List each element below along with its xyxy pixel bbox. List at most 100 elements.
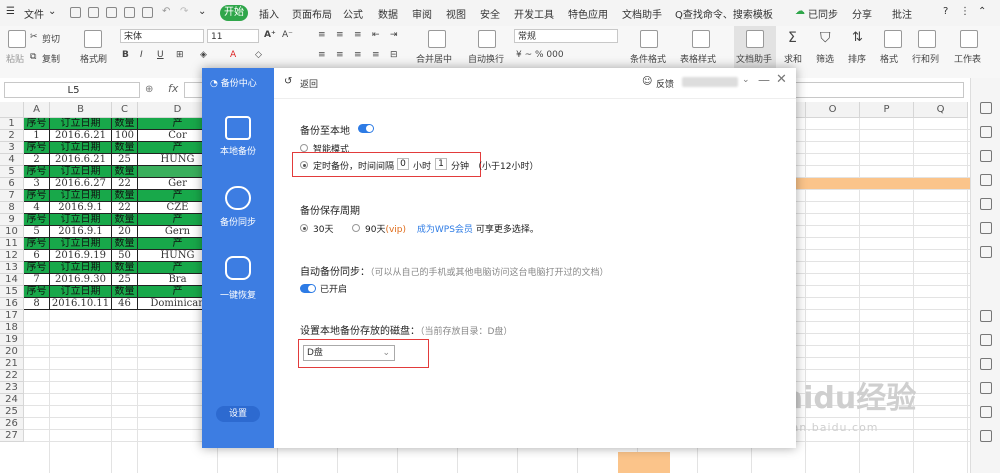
clear-icon[interactable]: ◇: [255, 50, 262, 60]
align-right-icon[interactable]: ≡: [354, 50, 362, 60]
feedback-button[interactable]: 反馈: [656, 77, 674, 90]
data-cell[interactable]: 46: [112, 298, 138, 310]
sidebar-item-backup-sync[interactable]: 备份同步: [202, 215, 274, 228]
minimize-icon[interactable]: —: [758, 73, 770, 87]
row-header-1[interactable]: 1: [0, 118, 24, 130]
italic-icon[interactable]: I: [140, 50, 143, 60]
header-cell[interactable]: 序号: [24, 238, 50, 250]
data-cell[interactable]: 22: [112, 202, 138, 214]
row-header-6[interactable]: 6: [0, 178, 24, 190]
data-cell[interactable]: 100: [112, 130, 138, 142]
tools-icon[interactable]: [980, 382, 992, 394]
header-cell[interactable]: 序号: [24, 166, 50, 178]
feedback-icon[interactable]: ☺: [642, 76, 652, 87]
tab-start[interactable]: 开始: [220, 5, 248, 21]
style-icon[interactable]: [980, 150, 992, 162]
row-header-17[interactable]: 17: [0, 310, 24, 322]
row-col-icon[interactable]: [918, 30, 936, 48]
wrap-text-icon[interactable]: [478, 30, 496, 48]
data-cell[interactable]: 2016.6.21: [50, 130, 112, 142]
retention-30-radio[interactable]: [300, 224, 308, 232]
hand-touch-icon[interactable]: [225, 256, 251, 280]
row-header-23[interactable]: 23: [0, 382, 24, 394]
row-header-24[interactable]: 24: [0, 394, 24, 406]
header-cell[interactable]: 序号: [24, 118, 50, 130]
sum-button[interactable]: 求和: [784, 52, 802, 65]
select-icon[interactable]: [980, 102, 992, 114]
image-icon[interactable]: [980, 334, 992, 346]
font-color-icon[interactable]: A: [230, 50, 236, 60]
header-cell[interactable]: 数量: [112, 190, 138, 202]
distribute-icon[interactable]: ⊟: [390, 50, 398, 60]
data-cell[interactable]: 2016.9.1: [50, 202, 112, 214]
row-header-27[interactable]: 27: [0, 430, 24, 442]
row-header-9[interactable]: 9: [0, 214, 24, 226]
row-header-12[interactable]: 12: [0, 250, 24, 262]
row-header-20[interactable]: 20: [0, 346, 24, 358]
row-header-2[interactable]: 2: [0, 130, 24, 142]
share-button[interactable]: 分享: [852, 6, 872, 21]
sort-button[interactable]: 排序: [848, 52, 866, 65]
cond-format-icon[interactable]: [640, 30, 658, 48]
disk-select[interactable]: D盘 ⌄: [303, 345, 395, 361]
paste-button[interactable]: 粘贴: [6, 52, 24, 65]
header-cell[interactable]: 序号: [24, 214, 50, 226]
row-header-8[interactable]: 8: [0, 202, 24, 214]
tab-doc-assistant[interactable]: 文档助手: [622, 6, 662, 21]
chart-icon[interactable]: [980, 222, 992, 234]
sort-icon[interactable]: ⇅: [852, 30, 863, 45]
become-member-link[interactable]: 成为WPS会员: [417, 225, 473, 235]
name-box[interactable]: L5: [4, 82, 140, 98]
align-center-icon[interactable]: ≡: [336, 50, 344, 60]
font-name-select[interactable]: 宋体: [120, 29, 204, 43]
number-format-select[interactable]: 常规: [514, 29, 618, 43]
header-cell[interactable]: 订立日期: [50, 238, 112, 250]
header-cell[interactable]: 数量: [112, 238, 138, 250]
row-header-5[interactable]: 5: [0, 166, 24, 178]
table-style-button[interactable]: 表格样式: [680, 52, 716, 65]
tab-page-layout[interactable]: 页面布局: [292, 6, 332, 21]
sidebar-item-restore[interactable]: 一键恢复: [202, 288, 274, 301]
column-header-p[interactable]: P: [860, 102, 914, 118]
hours-input[interactable]: 0: [397, 158, 409, 170]
column-header-q[interactable]: Q: [914, 102, 968, 118]
header-cell[interactable]: 订立日期: [50, 118, 112, 130]
font-size-select[interactable]: 11: [207, 29, 259, 43]
tab-features[interactable]: 特色应用: [568, 6, 608, 21]
format-painter-button[interactable]: 格式刷: [80, 52, 107, 65]
row-col-button[interactable]: 行和列: [912, 52, 939, 65]
align-top-icon[interactable]: ≡: [318, 30, 326, 40]
data-cell[interactable]: 25: [112, 274, 138, 286]
data-cell[interactable]: 8: [24, 298, 50, 310]
backup-icon[interactable]: [980, 198, 992, 210]
sync-status[interactable]: 已同步: [808, 6, 838, 21]
data-cell[interactable]: 50: [112, 250, 138, 262]
save-icon[interactable]: [88, 7, 99, 18]
format-icon[interactable]: [884, 30, 902, 48]
paste-icon[interactable]: [8, 30, 26, 48]
new-file-icon[interactable]: [70, 7, 81, 18]
print-icon[interactable]: [124, 7, 135, 18]
collapse-icon[interactable]: ⌃: [978, 6, 986, 17]
data-cell[interactable]: 7: [24, 274, 50, 286]
border-icon[interactable]: ⊞: [176, 50, 184, 60]
tab-security[interactable]: 安全: [480, 6, 500, 21]
format-button[interactable]: 格式: [880, 52, 898, 65]
data-cell[interactable]: 25: [112, 154, 138, 166]
fill-color-icon[interactable]: ◈: [200, 50, 207, 60]
indent-icon[interactable]: ⇤: [372, 30, 380, 40]
sum-icon[interactable]: Σ: [788, 30, 797, 46]
retention-90-radio[interactable]: [352, 224, 360, 232]
font-shrink-icon[interactable]: A⁻: [282, 30, 293, 40]
help-icon[interactable]: ?: [943, 6, 948, 17]
align-middle-icon[interactable]: ≡: [336, 30, 344, 40]
header-cell[interactable]: 订立日期: [50, 214, 112, 226]
row-header-19[interactable]: 19: [0, 334, 24, 346]
timed-backup-radio[interactable]: [300, 161, 308, 169]
data-cell[interactable]: 2016.9.1: [50, 226, 112, 238]
row-header-14[interactable]: 14: [0, 274, 24, 286]
row-header-21[interactable]: 21: [0, 358, 24, 370]
header-cell[interactable]: 数量: [112, 142, 138, 154]
export-icon[interactable]: [106, 7, 117, 18]
data-cell[interactable]: 1: [24, 130, 50, 142]
